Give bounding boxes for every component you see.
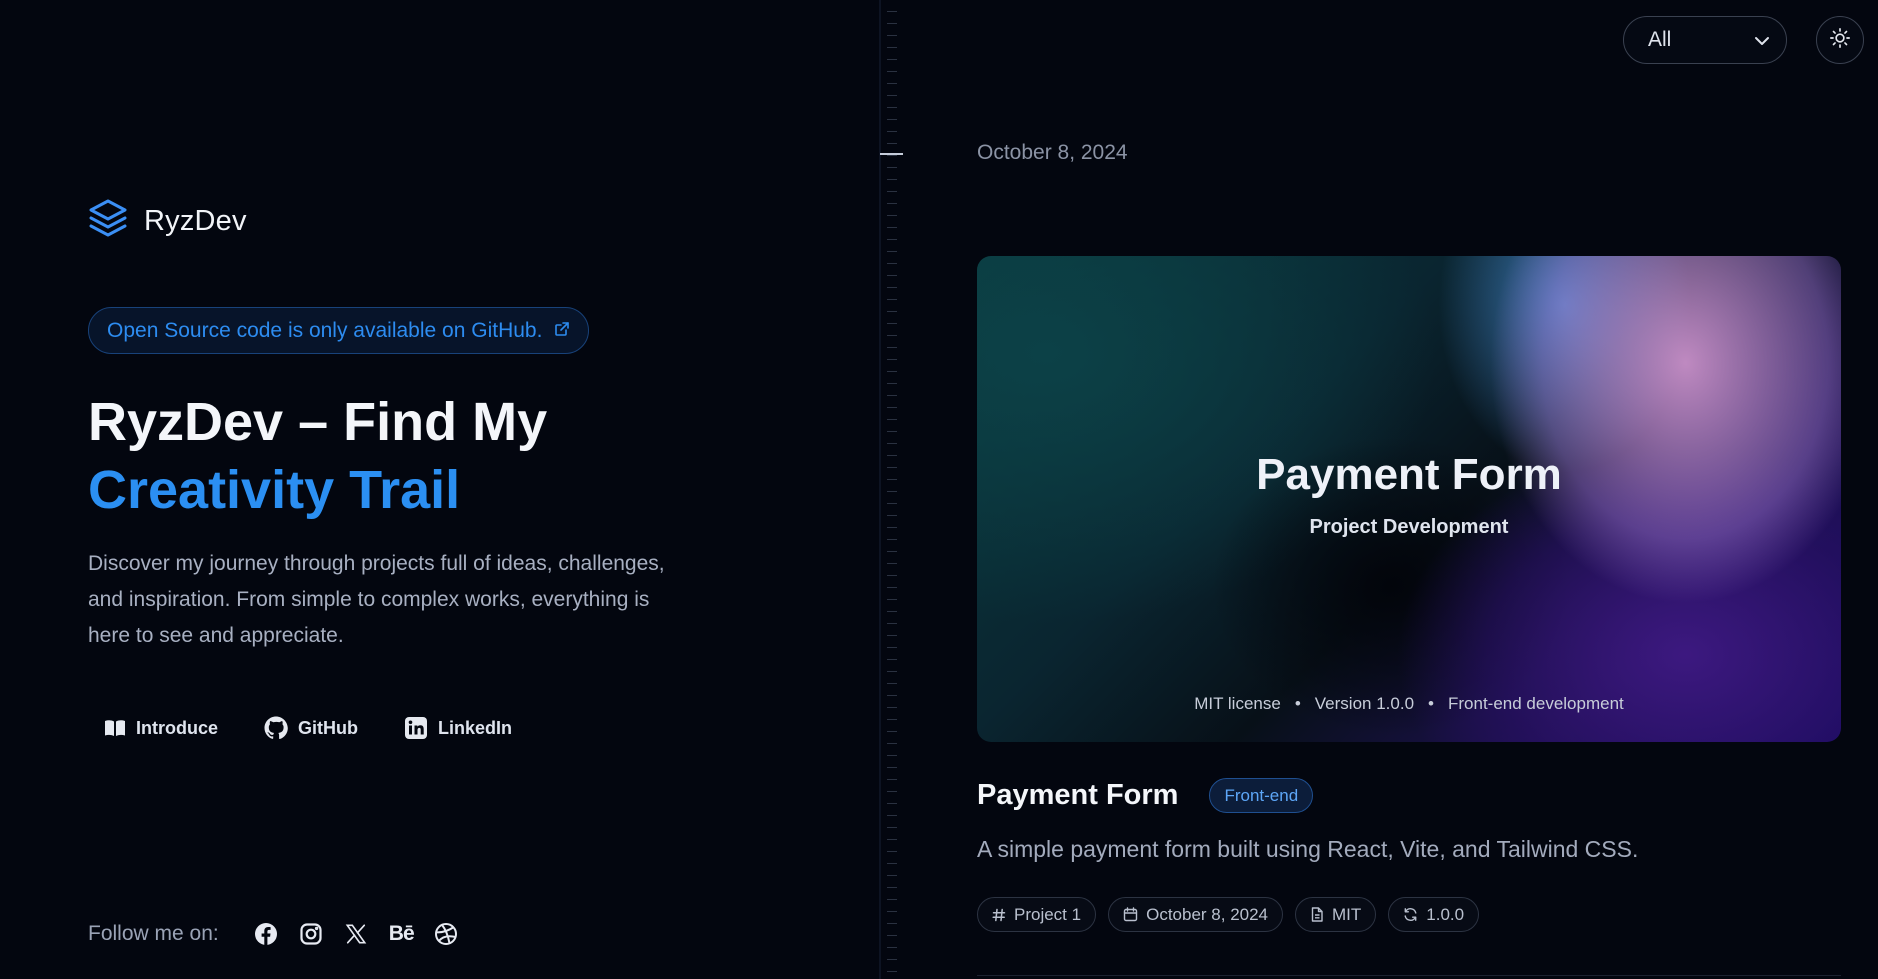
behance-text: Bē [388,921,415,945]
introduce-label: Introduce [136,717,219,738]
layers-logo-icon [88,198,128,245]
calendar-icon [1123,907,1138,922]
cover-subtitle: Project Development [1309,516,1509,538]
sun-icon [1829,27,1851,54]
category-filter-select[interactable]: All [1623,16,1787,64]
cover-meta-license: MIT license [1194,694,1281,713]
tag-license[interactable]: MIT [1295,897,1377,932]
tag-license-label: MIT [1332,904,1362,924]
filter-value: All [1648,28,1672,51]
github-label: GitHub [298,717,359,738]
cover-meta-version: Version 1.0.0 [1314,694,1415,713]
cover-meta-type: Front-end development [1447,694,1624,713]
behance-icon[interactable]: Bē [386,918,417,949]
page-headline: RyzDev – Find My Creativity Trail [88,388,547,524]
cover-meta: MIT license • Version 1.0.0 • Front-end … [977,694,1841,714]
post-title[interactable]: Payment Form [977,779,1178,812]
timeline-marker [880,153,903,155]
introduce-link[interactable]: Introduce [88,708,234,748]
github-icon [264,716,288,740]
tag-date-label: October 8, 2024 [1146,904,1269,924]
profile-links: Introduce GitHub LinkedIn [88,708,528,748]
facebook-icon[interactable] [251,918,282,949]
tag-version[interactable]: 1.0.0 [1388,897,1480,932]
linkedin-label: LinkedIn [438,717,513,738]
post-header: Payment Form Front-end [977,778,1314,813]
cover-meta-separator: • [1294,694,1301,713]
brand-name: RyzDev [144,205,247,237]
book-icon [104,718,126,738]
instagram-icon[interactable] [296,918,327,949]
intro-paragraph: Discover my journey through projects ful… [88,552,665,647]
category-badge[interactable]: Front-end [1209,778,1314,813]
project-cover-image[interactable]: Payment Form Project Development MIT lic… [977,256,1841,742]
chevron-down-icon [1754,28,1770,52]
tag-project-label: Project 1 [1014,904,1082,924]
brand[interactable]: RyzDev [88,198,247,245]
headline-line1: RyzDev – Find My [88,392,548,452]
post-date: October 8, 2024 [977,141,1128,164]
refresh-icon [1403,907,1418,922]
linkedin-icon [404,716,428,740]
tag-project[interactable]: Project 1 [977,897,1097,932]
headline-accent: Creativity Trail [88,460,461,520]
external-link-icon [554,319,570,343]
github-link[interactable]: GitHub [248,708,374,748]
dribbble-icon[interactable] [431,918,462,949]
cover-title: Payment Form [1256,450,1562,499]
timeline-divider [879,0,881,979]
theme-toggle-button[interactable] [1816,16,1864,64]
post-tags: Project 1 October 8, 2024 MIT 1.0.0 [977,897,1480,932]
github-notice-link[interactable]: Open Source code is only available on Gi… [88,307,590,354]
tag-version-label: 1.0.0 [1426,904,1465,924]
divider [977,975,1841,976]
post-description: A simple payment form built using React,… [977,836,1639,862]
file-icon [1310,907,1324,922]
tag-date[interactable]: October 8, 2024 [1108,897,1284,932]
intro-panel: RyzDev Open Source code is only availabl… [0,0,880,979]
notice-text: Open Source code is only available on Gi… [107,318,543,342]
x-icon[interactable] [341,918,372,949]
timeline-ticks [887,0,897,979]
follow-label: Follow me on: [88,921,219,945]
follow-section: Follow me on: Bē [88,918,462,949]
linkedin-link[interactable]: LinkedIn [388,708,528,748]
hash-icon [992,908,1006,922]
cover-meta-separator: • [1428,694,1434,713]
